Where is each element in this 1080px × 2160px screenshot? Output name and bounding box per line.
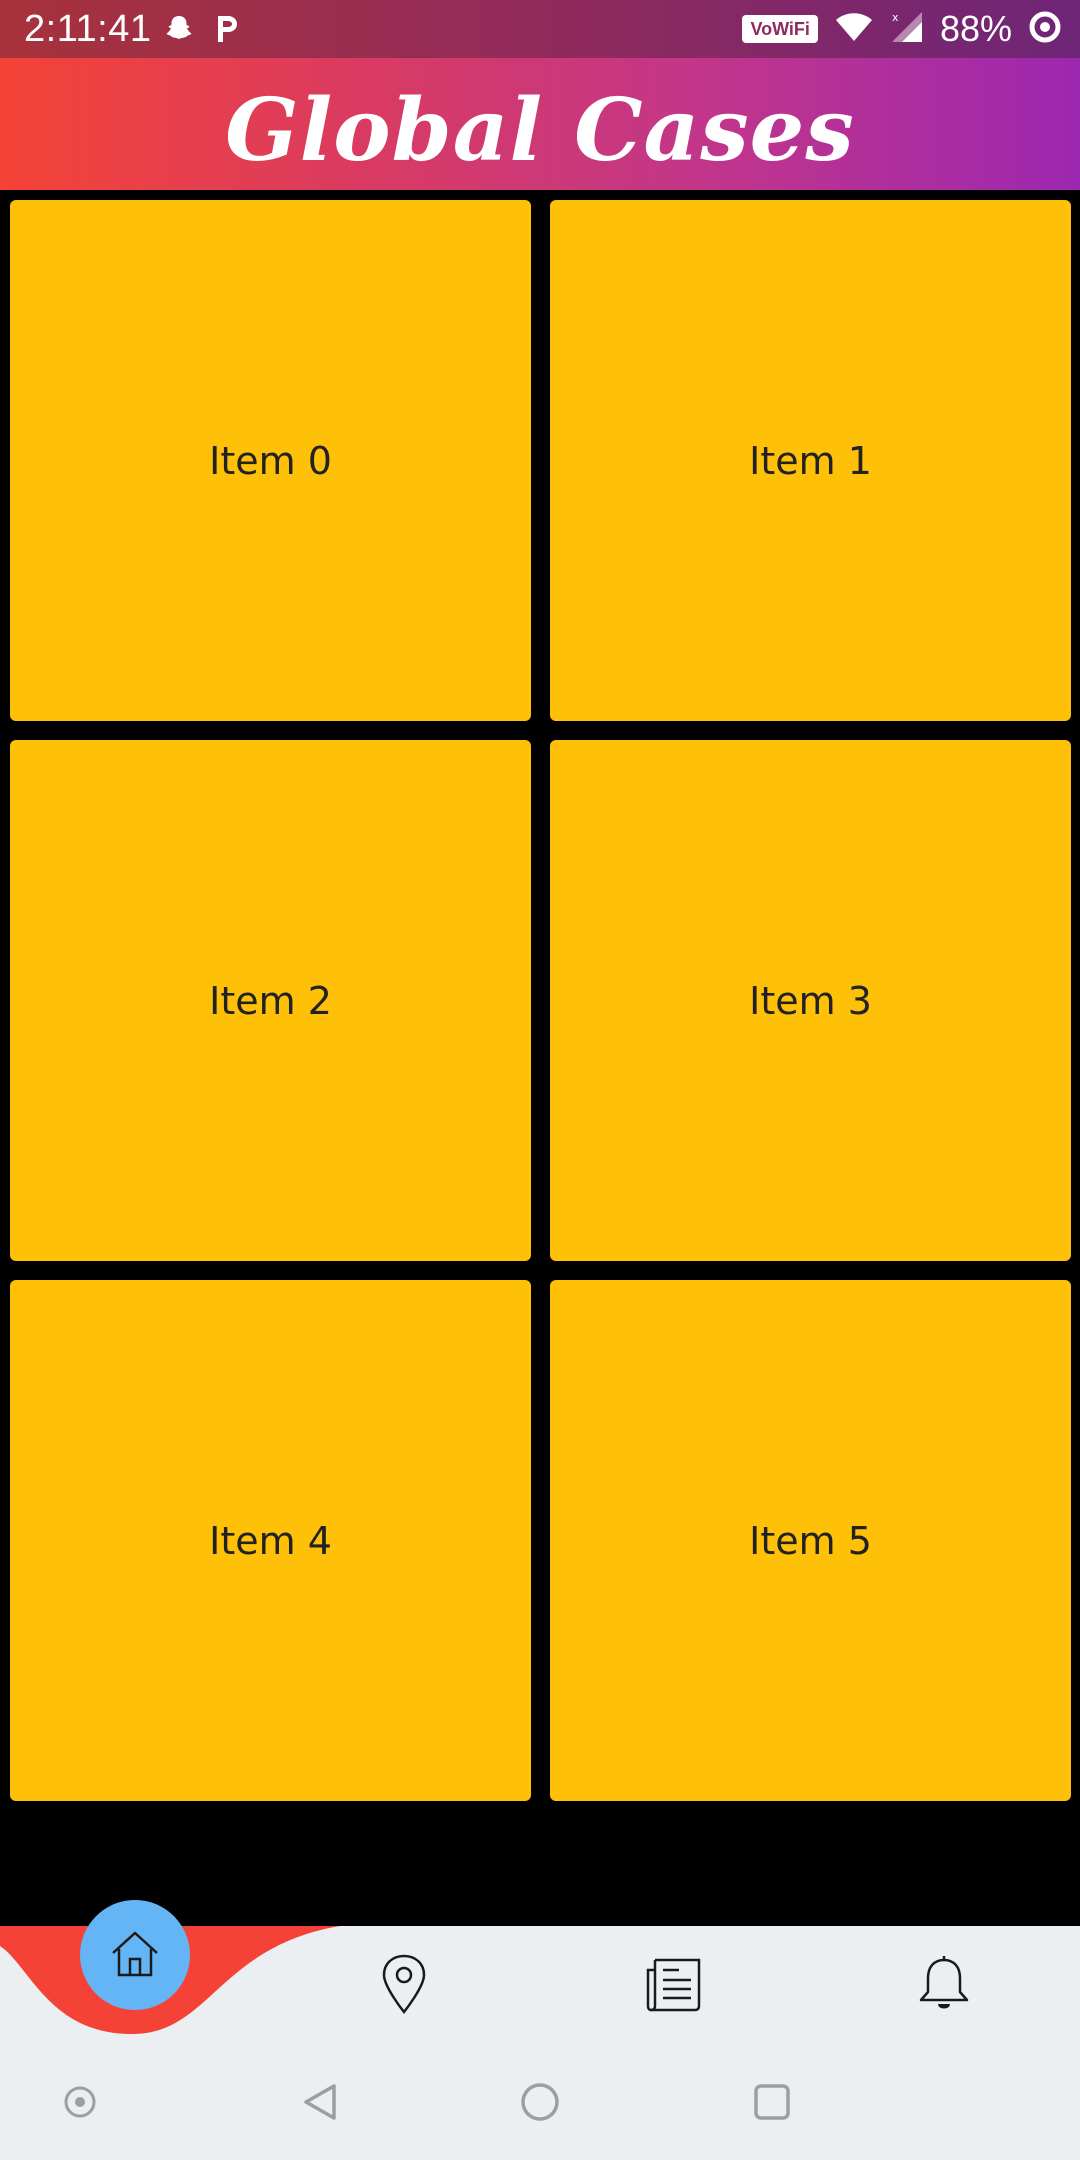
nav-home-button[interactable] — [80, 1900, 190, 2010]
location-pin-icon — [379, 1953, 429, 2020]
signal-icon: x — [890, 10, 924, 49]
snapchat-icon — [164, 13, 194, 48]
home-icon — [107, 1925, 163, 1986]
nav-notifications-button[interactable] — [912, 1954, 976, 2018]
grid-item-label: Item 0 — [209, 438, 332, 483]
app-title: Global Cases — [225, 80, 855, 181]
status-notification-icons — [164, 10, 240, 50]
system-navigation-bar — [0, 2046, 1080, 2160]
battery-percent: 88% — [939, 8, 1012, 49]
nav-location-button[interactable] — [372, 1954, 436, 2018]
grid-item-3[interactable]: Item 3 — [550, 740, 1071, 1261]
grid-item-2[interactable]: Item 2 — [10, 740, 531, 1261]
status-bar: 2:11:41 VoWiFi x 88% — [0, 0, 1080, 58]
nav-news-button[interactable] — [642, 1954, 706, 2018]
wifi-icon — [834, 11, 874, 48]
items-grid: Item 0 Item 1 Item 2 Item 3 Item 4 Item … — [0, 190, 1080, 1926]
grid-item-5[interactable]: Item 5 — [550, 1280, 1071, 1801]
back-button[interactable] — [290, 2074, 350, 2134]
grid-item-0[interactable]: Item 0 — [10, 200, 531, 721]
assistant-dot-icon — [62, 2084, 98, 2125]
vowifi-badge: VoWiFi — [742, 15, 818, 43]
grid-item-label: Item 1 — [749, 438, 872, 483]
p-app-icon — [212, 12, 240, 49]
news-icon — [645, 1956, 703, 2017]
assistant-button[interactable] — [50, 2074, 110, 2134]
home-circle-icon — [518, 2080, 562, 2129]
grid-item-label: Item 3 — [749, 978, 872, 1023]
recents-icon — [751, 2081, 793, 2128]
grid-item-label: Item 5 — [749, 1518, 872, 1563]
grid-item-label: Item 4 — [209, 1518, 332, 1563]
home-system-button[interactable] — [510, 2074, 570, 2134]
grid-item-label: Item 2 — [209, 978, 332, 1023]
app-bar: Global Cases — [0, 58, 1080, 190]
battery-ring-icon — [1028, 10, 1062, 49]
svg-text:x: x — [892, 11, 899, 24]
status-system-icons: VoWiFi x 88% — [742, 6, 1062, 52]
recents-button[interactable] — [742, 2074, 802, 2134]
grid-item-1[interactable]: Item 1 — [550, 200, 1071, 721]
grid-item-4[interactable]: Item 4 — [10, 1280, 531, 1801]
back-icon — [298, 2080, 342, 2129]
status-time: 2:11:41 — [24, 8, 152, 50]
bell-icon — [916, 1954, 972, 2019]
